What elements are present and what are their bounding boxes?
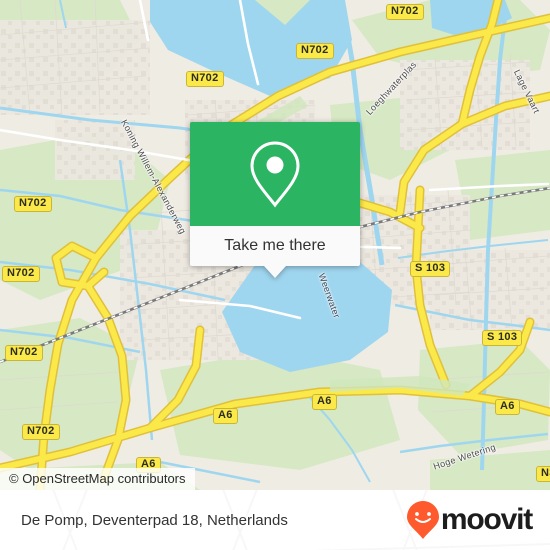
- map-canvas[interactable]: N702 N702 N702 N702 N702 N702 N702 S 103…: [0, 0, 550, 490]
- footer-bar: De Pomp, Deventerpad 18, Netherlands moo…: [0, 490, 550, 550]
- take-me-there-button[interactable]: Take me there: [190, 226, 360, 266]
- road-shield: N702: [386, 4, 424, 20]
- road-shield: N702: [186, 71, 224, 87]
- screenshot-root: N702 N702 N702 N702 N702 N702 N702 S 103…: [0, 0, 550, 550]
- moovit-pin-icon: [406, 501, 439, 539]
- road-shield: A6: [312, 394, 337, 410]
- map-pin-icon: [250, 141, 300, 208]
- popup-pointer: [264, 266, 286, 278]
- road-shield: N3: [536, 466, 550, 482]
- road-shield: N702: [22, 424, 60, 440]
- road-shield: N702: [296, 43, 334, 59]
- location-address: De Pomp, Deventerpad 18, Netherlands: [21, 511, 288, 529]
- road-shield: S 103: [410, 261, 451, 277]
- location-popup[interactable]: Take me there: [190, 122, 360, 278]
- road-shield: A6: [495, 399, 520, 415]
- road-shield: N702: [14, 196, 52, 212]
- popup-pin-panel: [190, 122, 360, 226]
- road-shield: A6: [213, 408, 238, 424]
- road-shield: S 103: [482, 330, 523, 346]
- moovit-logo[interactable]: moovit: [406, 500, 533, 540]
- road-shield: N702: [5, 345, 43, 361]
- osm-attribution[interactable]: © OpenStreetMap contributors: [0, 468, 195, 490]
- road-shield: N702: [2, 266, 40, 282]
- moovit-wordmark: moovit: [440, 503, 533, 536]
- footer-content: De Pomp, Deventerpad 18, Netherlands moo…: [0, 490, 550, 550]
